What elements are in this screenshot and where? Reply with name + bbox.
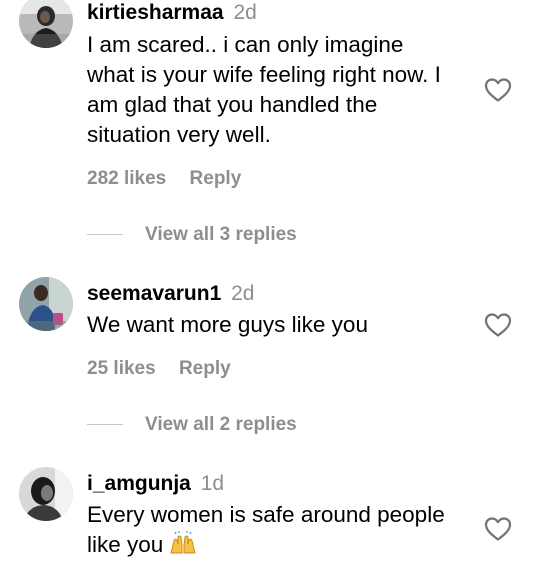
timestamp: 2d xyxy=(233,1,257,24)
divider xyxy=(87,424,123,426)
comment-line: I am scared.. i can only imagine xyxy=(87,32,404,57)
comment-text: Every women is safe around people like y… xyxy=(87,500,477,560)
username[interactable]: seemavarun1 xyxy=(87,282,221,305)
raising-hands-emoji-icon xyxy=(169,531,197,555)
view-replies-button[interactable]: View all 3 replies xyxy=(87,222,297,248)
comment-actions: 282 likes Reply xyxy=(87,167,241,191)
heart-icon[interactable] xyxy=(484,77,512,103)
view-replies-label: View all 3 replies xyxy=(145,224,297,245)
view-replies-label: View all 2 replies xyxy=(145,414,297,435)
heart-icon[interactable] xyxy=(484,516,512,542)
likes-count[interactable]: 282 likes xyxy=(87,168,166,189)
timestamp: 2d xyxy=(231,282,255,305)
comment-actions: 25 likes Reply xyxy=(87,357,231,381)
reply-button[interactable]: Reply xyxy=(190,168,242,189)
comment-line: am glad that you handled the xyxy=(87,92,378,117)
comment-text: I am scared.. i can only imagine what is… xyxy=(87,30,477,150)
comment-header: seemavarun1 2d xyxy=(87,281,254,307)
comment-line: like you xyxy=(87,530,477,560)
comment-text: We want more guys like you xyxy=(87,310,477,340)
reply-button[interactable]: Reply xyxy=(179,358,231,379)
comment-header: i_amgunja 1d xyxy=(87,471,224,497)
heart-icon[interactable] xyxy=(484,312,512,338)
view-replies-button[interactable]: View all 2 replies xyxy=(87,412,297,438)
avatar[interactable] xyxy=(19,467,73,521)
likes-count[interactable]: 25 likes xyxy=(87,358,156,379)
comment-line: situation very well. xyxy=(87,122,271,147)
avatar-photo xyxy=(19,467,73,521)
comment-line: Every women is safe around people xyxy=(87,502,445,527)
username[interactable]: kirtiesharmaa xyxy=(87,1,224,24)
timestamp: 1d xyxy=(200,472,225,495)
divider xyxy=(87,234,123,236)
username[interactable]: i_amgunja xyxy=(87,472,191,495)
avatar[interactable] xyxy=(19,277,73,331)
avatar-photo xyxy=(19,0,73,48)
comment-header: kirtiesharmaa 2d xyxy=(87,0,257,26)
comment-line-text: like you xyxy=(87,532,164,557)
avatar[interactable] xyxy=(19,0,73,48)
comment-line: what is your wife feeling right now. I xyxy=(87,62,441,87)
comment-line: We want more guys like you xyxy=(87,312,368,337)
avatar-photo xyxy=(19,277,73,331)
